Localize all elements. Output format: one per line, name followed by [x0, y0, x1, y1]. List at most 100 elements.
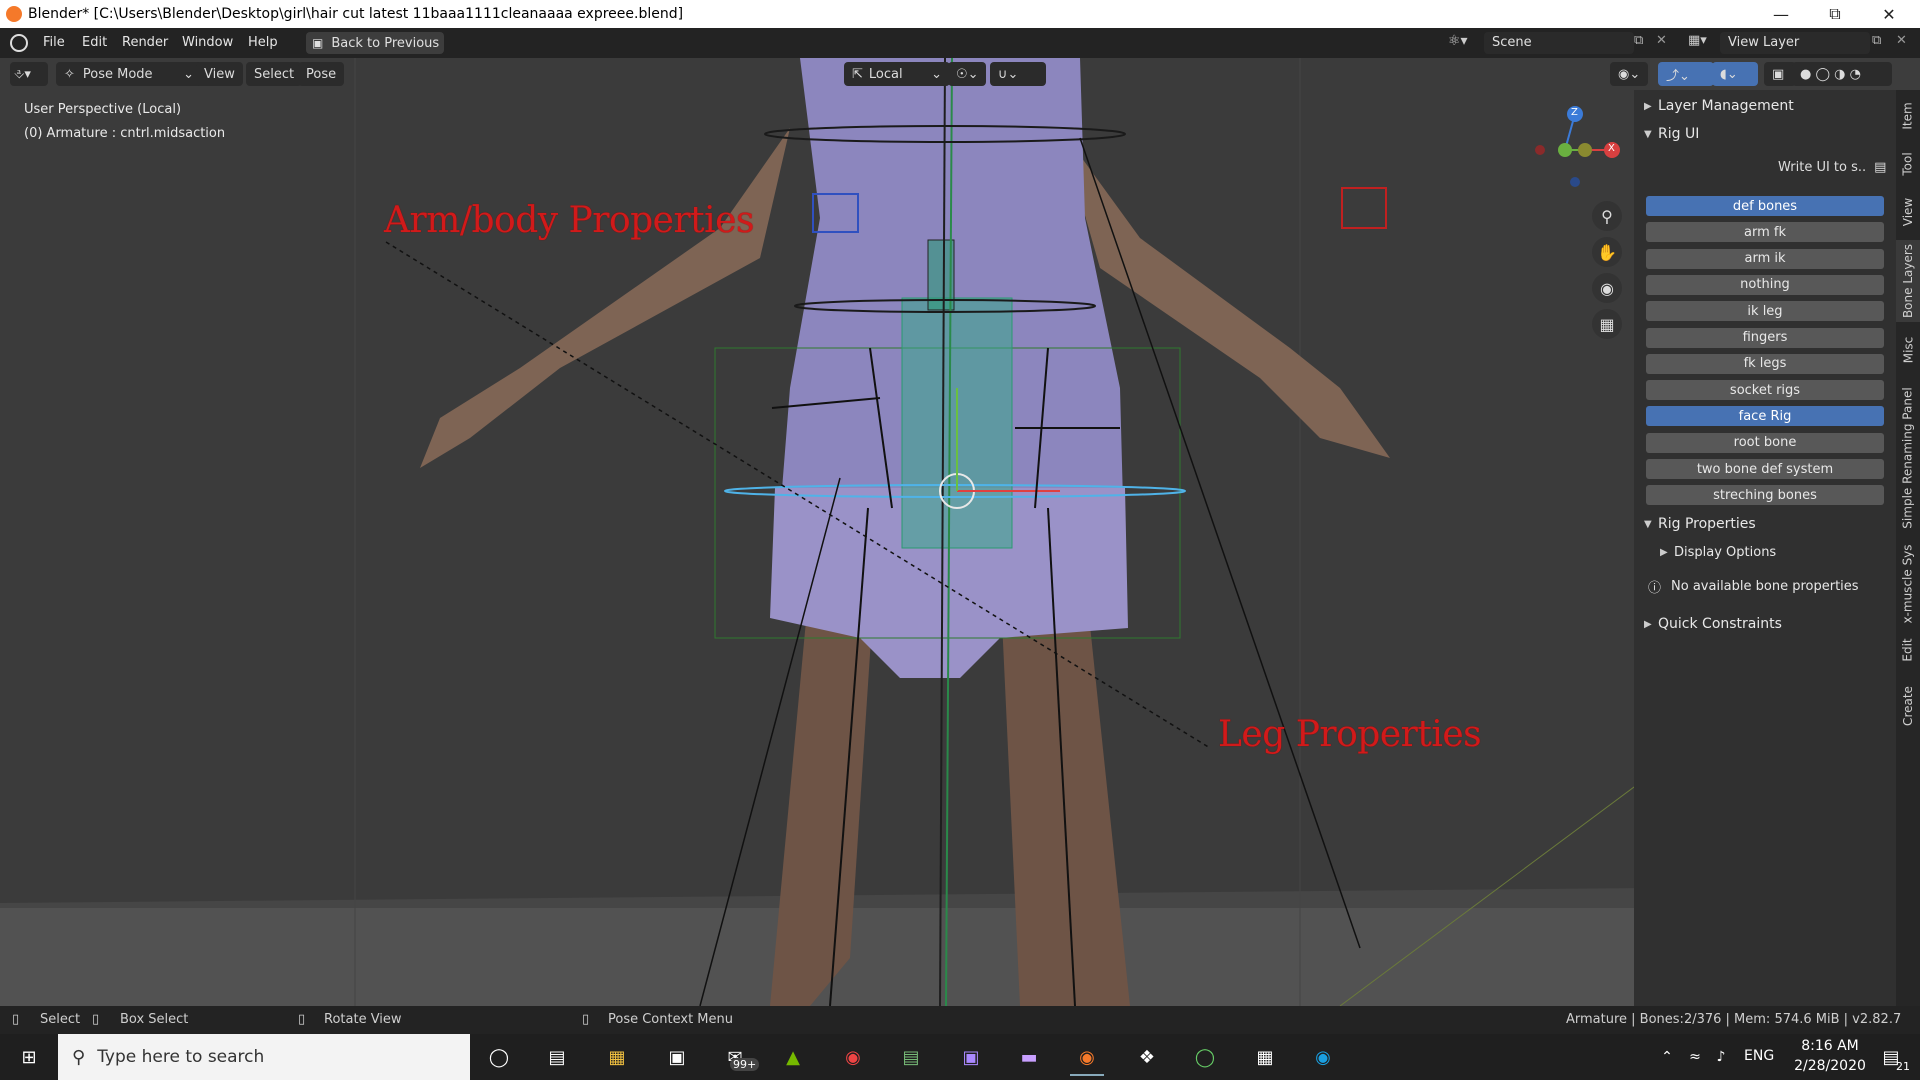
volume-icon[interactable]: ♪	[1704, 1040, 1738, 1074]
file-explorer-icon[interactable]: ▦	[600, 1040, 634, 1074]
menu-help[interactable]: Help	[248, 35, 278, 50]
menu-view[interactable]: View	[196, 62, 243, 86]
bone-layer-button[interactable]: nothing	[1646, 274, 1884, 295]
xbox-icon[interactable]: ◯	[1188, 1040, 1222, 1074]
quick-constraints-header[interactable]: ▶ Quick Constraints	[1644, 612, 1782, 636]
ortho-grid-icon[interactable]: ▦	[1592, 309, 1622, 339]
new-view-layer-icon[interactable]: ⧉	[1872, 33, 1881, 48]
sidebar-tab[interactable]: Item	[1896, 94, 1920, 138]
new-scene-icon[interactable]: ⧉	[1634, 33, 1643, 48]
view-layer-label: View Layer	[1728, 35, 1800, 50]
skype-icon[interactable]: ◉	[1306, 1040, 1340, 1074]
sidebar-tab[interactable]: Edit	[1896, 630, 1920, 670]
task-view-icon[interactable]: ▤	[540, 1040, 574, 1074]
mouse-right-icon: ▯	[582, 1012, 590, 1027]
menu-pose[interactable]: Pose	[298, 62, 345, 86]
blender-taskbar-icon[interactable]: ◉	[1070, 1040, 1104, 1076]
language-indicator[interactable]: ENG	[1744, 1048, 1774, 1064]
menu-render[interactable]: Render	[122, 35, 168, 50]
pose-mode-icon: ✧	[64, 66, 75, 82]
annotation-arm-body: Arm/body Properties	[384, 200, 754, 241]
orientation-dropdown[interactable]: ⇱ Local ⌄	[844, 62, 950, 86]
windows-start-icon[interactable]: ⊞	[12, 1040, 46, 1074]
gizmo-z-label: Z	[1571, 107, 1578, 118]
photos-icon[interactable]: ▤	[894, 1040, 928, 1074]
bone-layer-button[interactable]: def bones	[1646, 196, 1884, 216]
info-icon: ⓘ	[1648, 580, 1662, 596]
store-icon[interactable]: ▣	[660, 1040, 694, 1074]
bone-layer-button[interactable]: ik leg	[1646, 301, 1884, 322]
visibility-icon[interactable]: ◉⌄	[1610, 62, 1648, 86]
write-ui-button[interactable]: Write UI to s.. ▤	[1778, 160, 1888, 175]
text-doc-icon: ▤	[1874, 160, 1887, 175]
sidebar-tab[interactable]: Bone Layers	[1896, 240, 1920, 322]
editor-type-icon[interactable]: ⎀▾	[10, 62, 48, 86]
delete-scene-icon[interactable]: ✕	[1656, 33, 1667, 48]
back-to-previous-button[interactable]: ▣ Back to Previous	[306, 32, 444, 54]
bone-layer-button[interactable]: two bone def system	[1646, 459, 1884, 479]
annotation-leg: Leg Properties	[1218, 714, 1482, 755]
bone-layer-button[interactable]: fingers	[1646, 327, 1884, 348]
bone-layer-button[interactable]: face Rig	[1646, 406, 1884, 427]
nvidia-icon[interactable]: ▲	[776, 1040, 810, 1074]
bone-layer-button[interactable]: arm ik	[1646, 248, 1884, 269]
sidebar-tab[interactable]: x-muscle Sys	[1896, 542, 1920, 626]
sidebar-tab[interactable]: Simple Renaming Panel	[1896, 378, 1920, 538]
sidebar-tab[interactable]: Create	[1896, 674, 1920, 738]
bone-layer-button[interactable]: socket rigs	[1646, 380, 1884, 401]
delete-view-layer-icon[interactable]: ✕	[1896, 33, 1907, 48]
restore-button[interactable]: ⧉	[1812, 0, 1858, 28]
close-button[interactable]: ✕	[1866, 0, 1912, 28]
layer-management-header[interactable]: ▶ Layer Management	[1644, 94, 1794, 118]
zoom-icon[interactable]: ⚲	[1592, 201, 1622, 231]
rig-properties-header[interactable]: ▼ Rig Properties	[1644, 512, 1756, 536]
bone-layer-button[interactable]: root bone	[1646, 432, 1884, 453]
app2-icon[interactable]: ❖	[1130, 1040, 1164, 1074]
minimize-button[interactable]: —	[1758, 0, 1804, 28]
3d-viewport[interactable]: User Perspective (Local) (0) Armature : …	[0, 58, 1650, 1006]
search-box[interactable]: ⚲ Type here to search	[58, 1034, 470, 1080]
view-layer-field[interactable]: View Layer	[1720, 32, 1870, 54]
menu-edit[interactable]: Edit	[82, 35, 107, 50]
menu-file[interactable]: File	[43, 35, 65, 50]
mode-dropdown[interactable]: ✧ Pose Mode ⌄	[56, 62, 202, 86]
blender-topbar: File Edit Render Window Help ▣ Back to P…	[0, 28, 1920, 58]
chrome-icon[interactable]: ◉	[836, 1040, 870, 1074]
window-title: Blender* [C:\Users\Blender\Desktop\girl\…	[28, 6, 684, 22]
shading-mode-icons[interactable]: ● ◯ ◑ ◔	[1792, 62, 1892, 86]
gizmo-toggle-icon[interactable]: ⤴⌄	[1658, 62, 1714, 86]
left-arm	[420, 128, 790, 468]
bone-layer-button[interactable]: fk legs	[1646, 353, 1884, 374]
calculator-icon[interactable]: ▦	[1248, 1040, 1282, 1074]
premiere-icon[interactable]: ▬	[1012, 1040, 1046, 1074]
blender-menu-icon[interactable]	[10, 34, 28, 52]
clock-time[interactable]: 8:16 AM	[1790, 1038, 1870, 1054]
no-bone-properties-label: No available bone properties	[1671, 578, 1859, 594]
pivot-point-icon[interactable]: ☉⌄	[948, 62, 986, 86]
write-ui-label: Write UI to s..	[1778, 160, 1867, 175]
scene-browse-icon[interactable]: ⚛▾	[1448, 33, 1468, 49]
menu-window[interactable]: Window	[182, 35, 233, 50]
sidebar-tab[interactable]: Misc	[1896, 326, 1920, 374]
pan-hand-icon[interactable]: ✋	[1592, 237, 1622, 267]
overlay-toggle-icon[interactable]: ◖⌄	[1712, 62, 1758, 86]
rig-ui-header[interactable]: ▼ Rig UI	[1644, 122, 1699, 146]
cortana-icon[interactable]: ◯	[482, 1040, 516, 1074]
display-options-header[interactable]: ▶ Display Options	[1660, 540, 1776, 564]
sidebar-tab[interactable]: Tool	[1896, 142, 1920, 186]
status-pose-context: Pose Context Menu	[608, 1012, 733, 1027]
scene-field[interactable]: Scene	[1484, 32, 1634, 54]
snap-icon[interactable]: ∪⌄	[990, 62, 1046, 86]
camera-icon[interactable]: ◉	[1592, 273, 1622, 303]
menu-select[interactable]: Select	[246, 62, 303, 86]
bone-layer-button[interactable]: streching bones	[1646, 485, 1884, 506]
navigation-gizmo[interactable]: Z X	[1526, 100, 1622, 196]
expanded-triangle-icon: ▼	[1644, 128, 1652, 140]
app-icon[interactable]: ▣	[954, 1040, 988, 1074]
sidebar-tab[interactable]: View	[1896, 190, 1920, 234]
chevron-down-icon: ⌄	[183, 66, 194, 82]
clock-date[interactable]: 2/28/2020	[1786, 1058, 1874, 1074]
view-layer-browse-icon[interactable]: ▦▾	[1688, 33, 1707, 48]
display-options-label: Display Options	[1674, 544, 1777, 560]
bone-layer-button[interactable]: arm fk	[1646, 222, 1884, 243]
